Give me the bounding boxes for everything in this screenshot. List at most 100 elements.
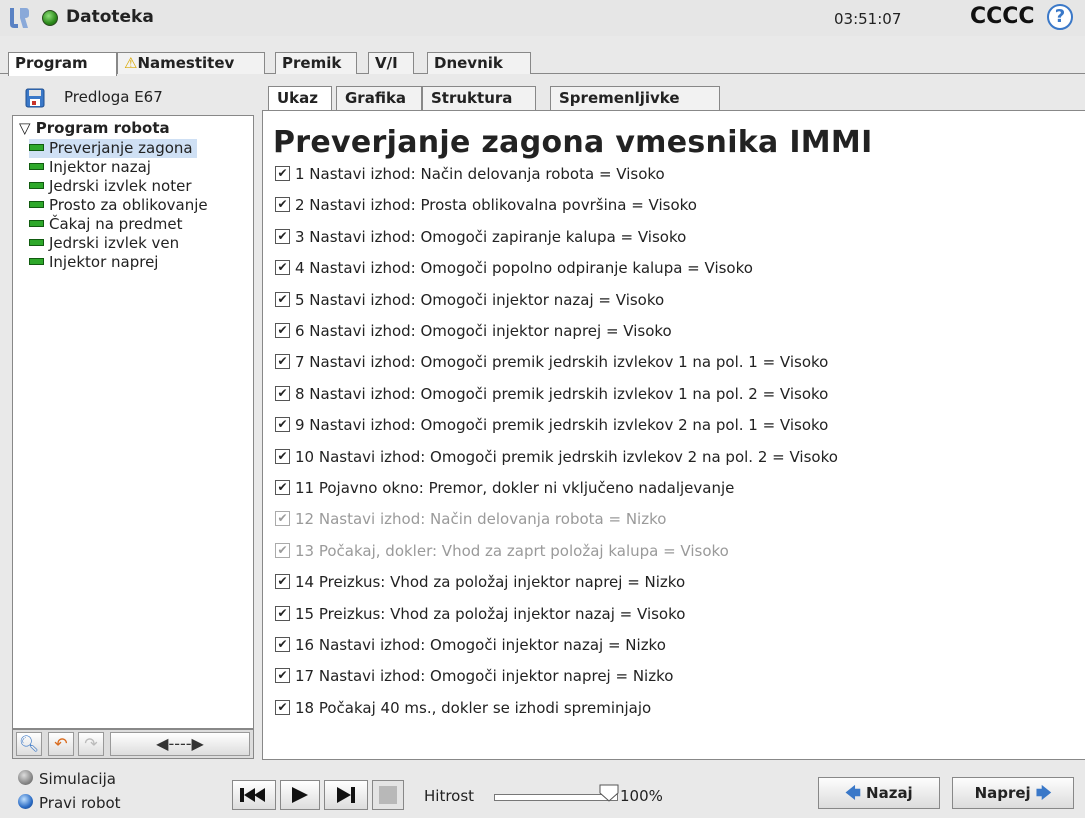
step-checkbox[interactable]: ✔ (275, 385, 290, 401)
tab-ukaz[interactable]: Ukaz (268, 86, 332, 110)
collapse-icon[interactable]: ▽ (19, 119, 31, 137)
step-checkbox[interactable]: ✔ (275, 228, 290, 244)
robot-name: CCCC (970, 4, 1035, 29)
back-button[interactable]: 🡄 Nazaj (818, 777, 940, 809)
tab-vi[interactable]: V/I (368, 52, 414, 74)
program-step[interactable]: ✔ 5 Nastavi izhod: Omogoči injektor nazaj… (275, 289, 664, 311)
program-step[interactable]: ✔ 15 Preizkus: Vhod za položaj injektor n… (275, 603, 685, 625)
program-step[interactable]: ✔ 1 Nastavi izhod: Način delovanja robota… (275, 163, 665, 185)
file-menu[interactable]: Datoteka (66, 7, 154, 27)
tree-item-jedrski-izvlek-ven[interactable]: Jedrski izvlek ven (29, 234, 183, 253)
mode-label: Simulacija (39, 770, 116, 788)
program-step[interactable]: ✔ 10 Nastavi izhod: Omogoči premik jedrsk… (275, 446, 838, 468)
search-icon[interactable]: 🔍︎ (16, 732, 42, 756)
step-checkbox[interactable]: ✔ (275, 574, 290, 590)
node-icon (29, 258, 44, 265)
next-button[interactable]: Naprej 🡆 (952, 777, 1074, 809)
step-checkbox[interactable]: ✔ (275, 323, 290, 338)
program-step[interactable]: ✔ 4 Nastavi izhod: Omogoči popolno odpira… (275, 257, 753, 279)
arrow-left-icon: 🡄 (845, 784, 861, 802)
step-checkbox[interactable]: ✔ (275, 354, 290, 370)
step-checkbox[interactable]: ✔ (275, 668, 290, 684)
mode-simulation[interactable]: Simulacija (18, 770, 116, 788)
step-checkbox[interactable]: ✔ (275, 542, 290, 558)
step-label: 4 Nastavi izhod: Omogoči popolno odpiran… (295, 259, 753, 278)
step-checkbox[interactable]: ✔ (275, 511, 290, 527)
tree-item-preverjanje-zagona[interactable]: Preverjanje zagona (29, 139, 197, 158)
mode-real-robot[interactable]: Pravi robot (18, 794, 121, 812)
step-button[interactable] (324, 780, 368, 810)
step-label: 8 Nastavi izhod: Omogoči premik jedrskih… (295, 384, 829, 403)
program-step[interactable]: ✔ 2 Nastavi izhod: Prosta oblikovalna pov… (275, 194, 697, 216)
step-label: 9 Nastavi izhod: Omogoči premik jedrskih… (295, 416, 829, 435)
redo-icon[interactable]: ↷ (78, 732, 104, 756)
step-label: 3 Nastavi izhod: Omogoči zapiranje kalup… (295, 227, 687, 246)
step-label: 12 Nastavi izhod: Način delovanja robota… (295, 510, 667, 529)
step-label: 13 Počakaj, dokler: Vhod za zaprt položa… (295, 541, 729, 560)
tab-grafika[interactable]: Grafika (336, 86, 422, 110)
step-checkbox[interactable]: ✔ (275, 699, 290, 715)
node-icon (29, 201, 44, 208)
clock: 03:51:07 (834, 10, 902, 28)
move-arrows-icon[interactable]: ◀----▶ (110, 732, 250, 756)
tree-item-cakaj-na-predmet[interactable]: Čakaj na predmet (29, 215, 187, 234)
program-step[interactable]: ✔ 17 Nastavi izhod: Omogoči injektor napr… (275, 665, 673, 687)
program-step[interactable]: ✔ 3 Nastavi izhod: Omogoči zapiranje kalu… (275, 226, 686, 248)
step-checkbox[interactable]: ✔ (275, 260, 290, 276)
program-step[interactable]: ✔ 9 Nastavi izhod: Omogoči premik jedrski… (275, 414, 828, 436)
node-icon (29, 144, 44, 151)
help-icon[interactable]: ? (1047, 4, 1073, 30)
step-checkbox[interactable]: ✔ (275, 291, 290, 307)
program-step[interactable]: ✔ 14 Preizkus: Vhod za položaj injektor n… (275, 571, 685, 593)
program-step[interactable]: ✔ 7 Nastavi izhod: Omogoči premik jedrski… (275, 351, 828, 373)
stop-button[interactable] (372, 780, 404, 810)
next-label: Naprej (974, 784, 1031, 802)
command-panel: Preverjanje zagona vmesnika IMMI ✔ 1 Nast… (262, 110, 1085, 760)
tab-spremenljivke[interactable]: Spremenljivke (550, 86, 720, 110)
tab-program[interactable]: Program (8, 52, 117, 76)
step-label: 2 Nastavi izhod: Prosta oblikovalna povr… (295, 196, 697, 215)
skip-back-button[interactable] (232, 780, 276, 810)
program-step[interactable]: ✔ 16 Nastavi izhod: Omogoči injektor naza… (275, 634, 666, 656)
program-step[interactable]: ✔ 8 Nastavi izhod: Omogoči premik jedrski… (275, 383, 828, 405)
tab-label: Grafika (345, 89, 407, 107)
tab-label: Namestitev (137, 54, 235, 72)
bottom-bar: Simulacija Pravi robot Hitrost 100% 🡄 Na… (0, 762, 1085, 818)
tab-dnevnik[interactable]: Dnevnik (427, 52, 531, 74)
tab-struktura[interactable]: Struktura (422, 86, 536, 110)
tree-item-prosto-za-oblikovanje[interactable]: Prosto za oblikovanje (29, 196, 212, 215)
play-button[interactable] (280, 780, 320, 810)
ur-logo-icon (10, 8, 29, 28)
step-checkbox[interactable]: ✔ (275, 197, 290, 213)
program-step[interactable]: ✔ 13 Počakaj, dokler: Vhod za zaprt polož… (275, 540, 729, 562)
radio-icon (18, 794, 33, 809)
step-label: 1 Nastavi izhod: Način delovanja robota … (295, 165, 665, 183)
program-step[interactable]: ✔ 6 Nastavi izhod: Omogoči injektor napre… (275, 320, 672, 342)
program-step[interactable]: ✔ 11 Pojavno okno: Premor, dokler ni vklj… (275, 477, 734, 499)
tab-namestitev[interactable]: ⚠Namestitev (117, 52, 265, 74)
tab-premik[interactable]: Premik (275, 52, 357, 74)
tree-item-jedrski-izvlek-noter[interactable]: Jedrski izvlek noter (29, 177, 196, 196)
tree-item-injektor-nazaj[interactable]: Injektor nazaj (29, 158, 155, 177)
step-checkbox[interactable]: ✔ (275, 605, 290, 621)
program-step[interactable]: ✔ 12 Nastavi izhod: Način delovanja robot… (275, 508, 666, 530)
step-checkbox[interactable]: ✔ (275, 637, 290, 652)
template-label: Predloga E67 (64, 88, 163, 106)
skip-back-icon (240, 788, 265, 802)
tree-item-label: Injektor naprej (49, 253, 159, 271)
title-bar: Datoteka 03:51:07 CCCC ? (0, 0, 1085, 36)
program-tree[interactable]: ▽ Program robota Preverjanje zagona Inje… (12, 115, 254, 729)
tree-item-label: Jedrski izvlek noter (49, 177, 192, 195)
step-checkbox[interactable]: ✔ (275, 417, 290, 433)
node-icon (29, 182, 44, 189)
speed-slider-thumb[interactable] (598, 783, 620, 803)
step-label: 11 Pojavno okno: Premor, dokler ni vklju… (295, 479, 735, 497)
step-checkbox[interactable]: ✔ (275, 166, 290, 181)
step-checkbox[interactable]: ✔ (275, 480, 290, 495)
tree-root[interactable]: ▽ Program robota (19, 119, 170, 137)
back-label: Nazaj (866, 784, 913, 802)
program-step[interactable]: ✔ 18 Počakaj 40 ms., dokler se izhodi spr… (275, 697, 651, 719)
tree-item-injektor-naprej[interactable]: Injektor naprej (29, 253, 162, 272)
undo-icon[interactable]: ↶ (48, 732, 74, 756)
step-checkbox[interactable]: ✔ (275, 448, 290, 464)
